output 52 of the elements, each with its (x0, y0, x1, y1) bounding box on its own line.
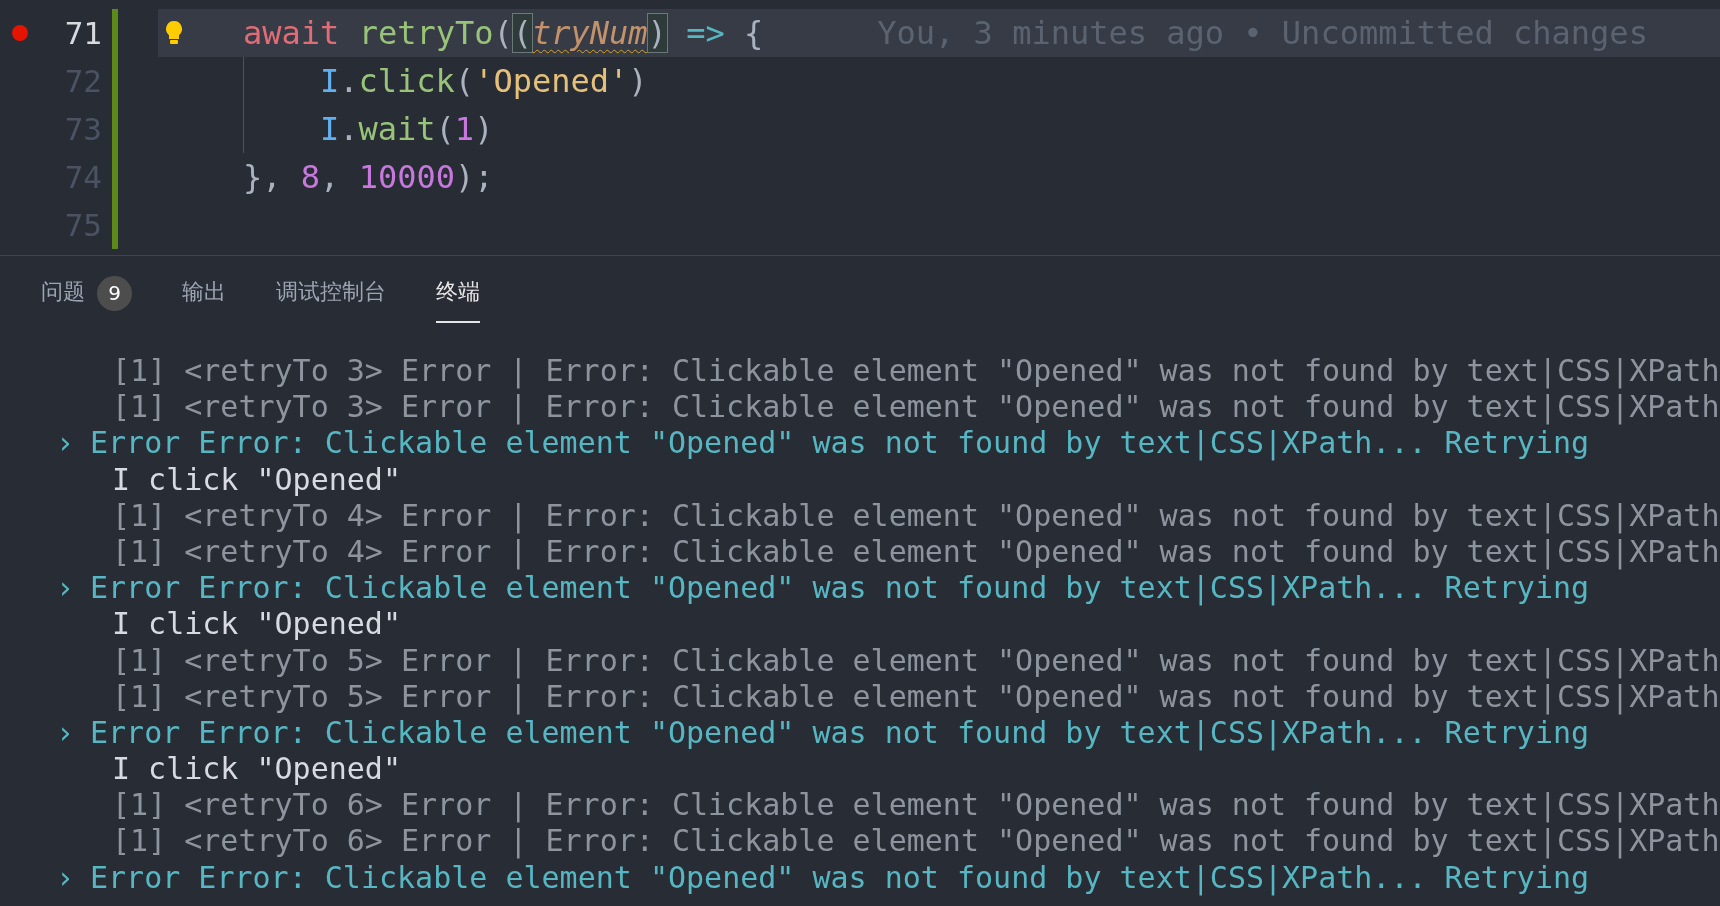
panel-tab[interactable]: 调试控制台 (276, 277, 386, 323)
terminal-output-line: [1] <retryTo 4> Error | Error: Clickable element "Opened" was not found by text|CSS|XPath (112, 533, 1720, 571)
terminal-output-line: [1] <retryTo 5> Error | Error: Clickable element "Opened" was not found by text|CSS|XPath (112, 642, 1720, 679)
panel-tab[interactable]: 输出 (182, 277, 226, 323)
code-token: I (320, 62, 340, 100)
terminal-output-line: Error Error: Clickable element "Opened" was not found by text|CSS|XPath... Retrying (90, 570, 1590, 607)
chevron-marker: › (56, 570, 76, 607)
terminal-output-line: [1] <retryTo 3> Error | Error: Clickable element "Opened" was not found by text|CSS|XPath (112, 389, 1720, 426)
code-token: ) (628, 62, 648, 100)
code-token: ); (455, 158, 494, 196)
chevron-marker: › (56, 714, 76, 752)
code-token: tryNum (532, 14, 648, 52)
code-token: ) (474, 110, 494, 148)
line-number: 71 (63, 15, 102, 51)
panel-tab[interactable]: 问题 (41, 277, 85, 323)
code-token: retryTo (358, 14, 494, 52)
count-badge: 9 (97, 275, 132, 311)
code-token: ( (435, 110, 455, 148)
code-token: 'Opened' (474, 62, 629, 100)
code-token: I (320, 110, 340, 148)
code-token: click (358, 62, 455, 100)
breakpoint-icon[interactable] (12, 25, 28, 41)
code-token: 10000 (358, 158, 455, 196)
terminal-output-line: I click "Opened" (112, 461, 401, 498)
terminal-output-line: Error Error: Clickable element "Opened" was not found by text|CSS|XPath... Retrying (90, 714, 1590, 752)
terminal-output-line: [1] <retryTo 4> Error | Error: Clickable element "Opened" was not found by text|CSS|XPath (112, 497, 1720, 534)
code-token: { (744, 14, 764, 52)
code-token: 8 (300, 158, 321, 196)
code-token: , (320, 158, 340, 196)
bracket-match: ( (512, 14, 532, 52)
terminal-output-line: [1] <retryTo 3> Error | Error: Clickable element "Opened" was not found by text|CSS|XPath (112, 353, 1720, 390)
terminal-output-line: [1] <retryTo 6> Error | Error: Clickable element "Opened" was not found by text|CSS|XPath (112, 823, 1720, 860)
code-token: 1 (454, 110, 475, 148)
bracket-match: ) (647, 14, 667, 52)
code-token: . (339, 110, 359, 148)
code-token: . (339, 62, 359, 100)
code-token: }, (243, 158, 282, 196)
code-token: ( (454, 62, 475, 100)
terminal-output-line: I click "Opened" (112, 606, 401, 643)
terminal-output-line: Error Error: Clickable element "Opened" was not found by text|CSS|XPath... Retrying (90, 425, 1590, 462)
terminal-output-line: Error Error: Clickable element "Opened" was not found by text|CSS|XPath... Retrying (90, 859, 1590, 896)
code-token: => (686, 14, 725, 52)
chevron-marker: › (56, 425, 76, 462)
code-token: await (243, 14, 340, 52)
terminal-output-line: I click "Opened" (112, 751, 401, 788)
terminal-output-line: [1] <retryTo 6> Error | Error: Clickable element "Opened" was not found by text|CSS|XPath (112, 787, 1720, 824)
chevron-marker: › (56, 859, 76, 896)
code-token: wait (358, 110, 436, 148)
code-token: ( (493, 14, 513, 52)
lightbulb-icon[interactable] (164, 20, 184, 46)
panel-tab[interactable]: 终端 (436, 277, 480, 323)
terminal-output-line: [1] <retryTo 5> Error | Error: Clickable element "Opened" was not found by text|CSS|XPath (112, 678, 1720, 715)
